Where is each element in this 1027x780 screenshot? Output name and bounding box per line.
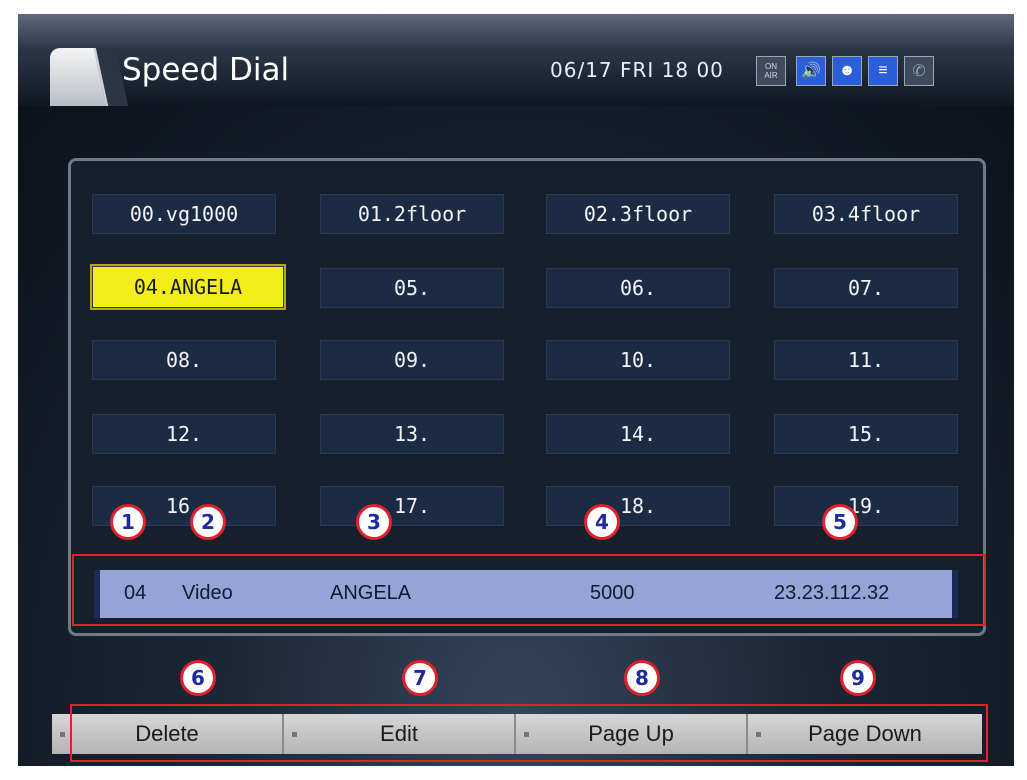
speed-dial-entry[interactable]: 19. xyxy=(774,486,958,526)
annotation-marker-9: 9 xyxy=(840,660,876,696)
speed-dial-entry[interactable]: 01.2floor xyxy=(320,194,504,234)
speed-dial-entry[interactable]: 06. xyxy=(546,268,730,308)
annotation-marker-2: 2 xyxy=(190,504,226,540)
annotation-marker-6: 6 xyxy=(180,660,216,696)
annotation-marker-1: 1 xyxy=(110,504,146,540)
speed-dial-entry[interactable]: 07. xyxy=(774,268,958,308)
annotation-marker-3: 3 xyxy=(356,504,392,540)
speed-dial-entry-selected[interactable]: 04.ANGELA xyxy=(90,264,286,310)
speed-dial-entry[interactable]: 15. xyxy=(774,414,958,454)
annotation-marker-8: 8 xyxy=(624,660,660,696)
speed-dial-entry[interactable]: 08. xyxy=(92,340,276,380)
annotation-marker-7: 7 xyxy=(402,660,438,696)
date-time: 06/17 FRI 18 00 xyxy=(550,58,724,82)
speed-dial-entry[interactable]: 12. xyxy=(92,414,276,454)
onair-icon: ON AIR xyxy=(756,56,786,86)
detail-highlight-frame xyxy=(72,554,986,626)
speed-dial-entry[interactable]: 18. xyxy=(546,486,730,526)
speed-dial-entry[interactable]: 14. xyxy=(546,414,730,454)
function-buttons-highlight-frame xyxy=(70,704,988,762)
speed-dial-entry[interactable]: 10. xyxy=(546,340,730,380)
title-tab-decoration xyxy=(50,48,112,106)
speed-dial-entry[interactable]: 02.3floor xyxy=(546,194,730,234)
speaker-icon: 🔊 xyxy=(796,56,826,86)
speed-dial-entry[interactable]: 09. xyxy=(320,340,504,380)
page-title: Speed Dial xyxy=(122,52,290,88)
phone-icon: ✆ xyxy=(904,56,934,86)
speed-dial-entry[interactable]: 05. xyxy=(320,268,504,308)
annotation-marker-5: 5 xyxy=(822,504,858,540)
speed-dial-entry[interactable]: 00.vg1000 xyxy=(92,194,276,234)
speed-dial-entry[interactable]: 03.4floor xyxy=(774,194,958,234)
annotation-marker-4: 4 xyxy=(584,504,620,540)
speed-dial-screen: Speed Dial 06/17 FRI 18 00 ON AIR 🔊 ☻ ≡ ✆… xyxy=(18,14,1014,766)
speed-dial-entry[interactable]: 13. xyxy=(320,414,504,454)
network-icon: ≡ xyxy=(868,56,898,86)
button-marker-icon xyxy=(60,732,65,737)
speed-dial-entry[interactable]: 11. xyxy=(774,340,958,380)
speed-dial-entry[interactable]: 17. xyxy=(320,486,504,526)
person-icon: ☻ xyxy=(832,56,862,86)
title-bar: Speed Dial 06/17 FRI 18 00 ON AIR 🔊 ☻ ≡ ✆ xyxy=(18,14,1014,106)
